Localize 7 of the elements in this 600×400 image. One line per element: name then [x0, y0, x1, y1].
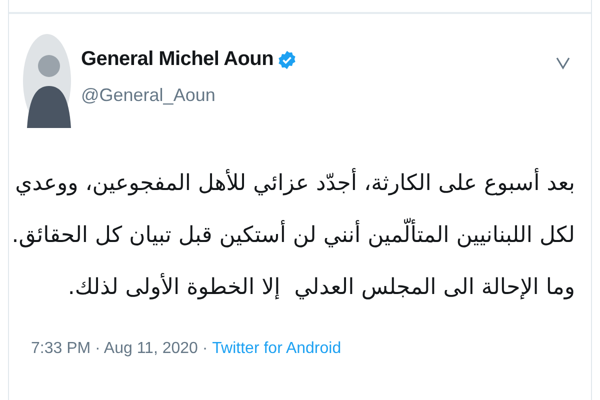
author-name[interactable]: General Michel Aoun	[81, 48, 274, 71]
tweet-text-line: وما الإحالة الى المجلس العدلي إلا الخطوة الأولى لذلك.	[68, 272, 575, 302]
tweet-text-line: لكل اللبنانيين المتألّمين أنني لن أستكين قبل تبيان كل الحقائق.	[12, 214, 575, 258]
timestamp: 7:33 PM · Aug 11, 2020 ·	[31, 340, 209, 358]
chevron-down-icon[interactable]	[555, 56, 571, 70]
tweet-text-line: بعد أسبوع على الكارثة، أجدّد عزائي للأهل المفجوعين، ووعدي	[15, 162, 575, 206]
author-handle: @General_Aoun	[81, 85, 216, 106]
